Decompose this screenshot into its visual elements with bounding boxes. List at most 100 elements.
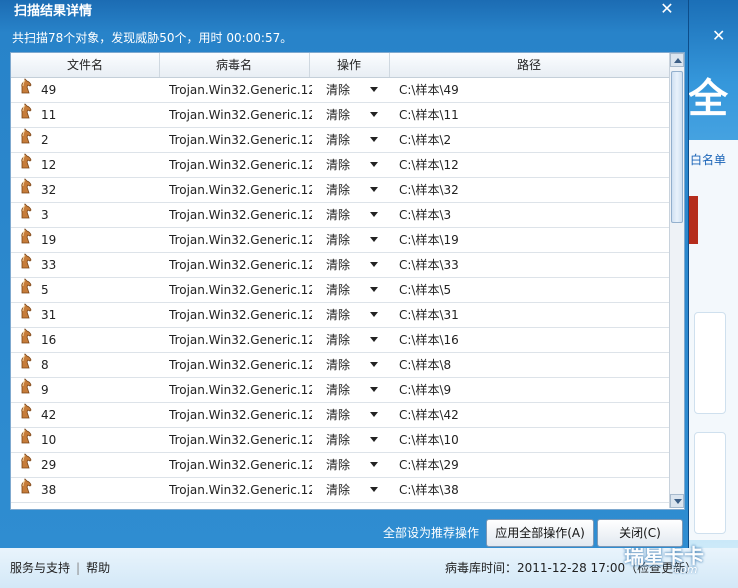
background-card bbox=[694, 432, 726, 534]
background-close-icon[interactable]: ✕ bbox=[712, 26, 725, 45]
table-row[interactable]: 31 Trojan.Win32.Generic.12A 清除 C:\样本\31 bbox=[11, 303, 669, 328]
watermark-sub: com bbox=[674, 563, 698, 576]
chevron-down-icon[interactable] bbox=[370, 387, 378, 392]
chevron-down-icon[interactable] bbox=[370, 412, 378, 417]
chevron-down-icon[interactable] bbox=[370, 462, 378, 467]
action-value: 清除 bbox=[326, 333, 351, 347]
horse-icon bbox=[19, 328, 35, 352]
action-dropdown[interactable]: 清除 bbox=[326, 128, 396, 152]
background-title-glyph: 全 bbox=[688, 75, 728, 122]
action-dropdown[interactable]: 清除 bbox=[326, 453, 396, 477]
table-row[interactable]: 11 Trojan.Win32.Generic.12A 清除 C:\样本\11 bbox=[11, 103, 669, 128]
action-value: 清除 bbox=[326, 308, 351, 322]
horse-icon bbox=[19, 203, 35, 227]
action-dropdown[interactable]: 清除 bbox=[326, 178, 396, 202]
chevron-down-icon[interactable] bbox=[370, 212, 378, 217]
action-dropdown[interactable]: 清除 bbox=[326, 203, 396, 227]
table-row[interactable]: 29 Trojan.Win32.Generic.12A 清除 C:\样本\29 bbox=[11, 453, 669, 478]
table-row[interactable]: 49 Trojan.Win32.Generic.12A 清除 C:\样本\49 bbox=[11, 78, 669, 103]
scroll-up-icon[interactable] bbox=[670, 53, 684, 67]
scrollbar-thumb[interactable] bbox=[671, 71, 683, 223]
chevron-down-icon[interactable] bbox=[370, 262, 378, 267]
action-value: 清除 bbox=[326, 208, 351, 222]
file-name: 42 bbox=[41, 408, 57, 422]
background-card bbox=[694, 312, 726, 414]
table-row[interactable]: 42 Trojan.Win32.Generic.12A 清除 C:\样本\42 bbox=[11, 403, 669, 428]
chevron-down-icon[interactable] bbox=[370, 437, 378, 442]
virus-name: Trojan.Win32.Generic.12A bbox=[169, 483, 312, 497]
table-row[interactable]: 5 Trojan.Win32.Generic.12A 清除 C:\样本\5 bbox=[11, 278, 669, 303]
file-path: C:\样本\11 bbox=[399, 108, 459, 122]
table-row[interactable]: 3 Trojan.Win32.Generic.128 清除 C:\样本\3 bbox=[11, 203, 669, 228]
chevron-down-icon[interactable] bbox=[370, 487, 378, 492]
chevron-down-icon[interactable] bbox=[370, 287, 378, 292]
table-row[interactable]: 12 Trojan.Win32.Generic.12A 清除 C:\样本\12 bbox=[11, 153, 669, 178]
chevron-down-icon[interactable] bbox=[370, 137, 378, 142]
file-name: 11 bbox=[41, 108, 57, 122]
action-dropdown[interactable]: 清除 bbox=[326, 78, 396, 102]
vertical-scrollbar[interactable] bbox=[669, 53, 684, 508]
column-header-file[interactable]: 文件名 bbox=[11, 53, 160, 77]
horse-icon bbox=[19, 253, 35, 277]
dialog-title: 扫描结果详情 bbox=[14, 4, 93, 19]
virus-db-time: 病毒库时间：2011-12-28 17:00 bbox=[445, 561, 626, 575]
whitelist-link[interactable]: 白名单 bbox=[690, 151, 726, 168]
horse-icon bbox=[19, 478, 35, 502]
file-path: C:\样本\9 bbox=[399, 383, 452, 397]
table-row[interactable]: 2 Trojan.Win32.Generic.12A 清除 C:\样本\2 bbox=[11, 128, 669, 153]
file-name: 2 bbox=[41, 133, 49, 147]
chevron-down-icon[interactable] bbox=[370, 337, 378, 342]
chevron-down-icon[interactable] bbox=[370, 237, 378, 242]
virus-name: Trojan.Win32.Generic.12A bbox=[169, 408, 312, 422]
action-dropdown[interactable]: 清除 bbox=[326, 428, 396, 452]
table-row[interactable]: 38 Trojan.Win32.Generic.12A 清除 C:\样本\38 bbox=[11, 478, 669, 503]
virus-name: Trojan.Win32.Generic.12A bbox=[169, 83, 312, 97]
action-dropdown[interactable]: 清除 bbox=[326, 103, 396, 127]
chevron-down-icon[interactable] bbox=[370, 362, 378, 367]
action-dropdown[interactable]: 清除 bbox=[326, 153, 396, 177]
apply-all-button[interactable]: 应用全部操作(A) bbox=[486, 519, 594, 547]
table-row[interactable]: 16 Trojan.Win32.Generic.12A 清除 C:\样本\16 bbox=[11, 328, 669, 353]
chevron-down-icon[interactable] bbox=[370, 162, 378, 167]
chevron-down-icon[interactable] bbox=[370, 87, 378, 92]
action-value: 清除 bbox=[326, 458, 351, 472]
dialog-close-icon[interactable]: ✕ bbox=[658, 0, 676, 18]
action-dropdown[interactable]: 清除 bbox=[326, 378, 396, 402]
action-dropdown[interactable]: 清除 bbox=[326, 228, 396, 252]
action-dropdown[interactable]: 清除 bbox=[326, 353, 396, 377]
column-header-path[interactable]: 路径 bbox=[389, 53, 669, 77]
action-dropdown[interactable]: 清除 bbox=[326, 478, 396, 502]
action-dropdown[interactable]: 清除 bbox=[326, 403, 396, 427]
action-dropdown[interactable]: 清除 bbox=[326, 278, 396, 302]
status-left: 服务与支持 | 帮助 bbox=[10, 559, 110, 576]
action-dropdown[interactable]: 清除 bbox=[326, 328, 396, 352]
chevron-down-icon[interactable] bbox=[370, 112, 378, 117]
chevron-down-icon[interactable] bbox=[370, 187, 378, 192]
file-name: 5 bbox=[41, 283, 49, 297]
file-path: C:\样本\10 bbox=[399, 433, 459, 447]
chevron-down-icon[interactable] bbox=[370, 312, 378, 317]
table-row[interactable]: 33 Trojan.Win32.Generic.12A 清除 C:\样本\33 bbox=[11, 253, 669, 278]
column-header-op[interactable]: 操作 bbox=[309, 53, 390, 77]
file-path: C:\样本\49 bbox=[399, 83, 459, 97]
table-row[interactable]: 8 Trojan.Win32.Generic.12A 清除 C:\样本\8 bbox=[11, 353, 669, 378]
table-row[interactable]: 10 Trojan.Win32.Generic.12A 清除 C:\样本\10 bbox=[11, 428, 669, 453]
action-dropdown[interactable]: 清除 bbox=[326, 303, 396, 327]
table-row[interactable]: 9 Trojan.Win32.Generic.12A 清除 C:\样本\9 bbox=[11, 378, 669, 403]
horse-icon bbox=[19, 153, 35, 177]
table-row[interactable]: 32 Trojan.Win32.Generic.12A 清除 C:\样本\32 bbox=[11, 178, 669, 203]
virus-name: Trojan.Win32.Generic.12A bbox=[169, 258, 312, 272]
scan-summary: 共扫描78个对象，发现威胁50个，用时 00:00:57。 bbox=[12, 31, 293, 45]
close-button[interactable]: 关闭(C) bbox=[597, 519, 683, 547]
help-link[interactable]: 帮助 bbox=[86, 561, 110, 575]
column-header-virus[interactable]: 病毒名 bbox=[159, 53, 310, 77]
table-row[interactable]: 19 Trojan.Win32.Generic.12A 清除 C:\样本\19 bbox=[11, 228, 669, 253]
set-all-recommended-link[interactable]: 全部设为推荐操作 bbox=[383, 524, 479, 541]
horse-icon bbox=[19, 453, 35, 477]
horse-icon bbox=[19, 228, 35, 252]
action-dropdown[interactable]: 清除 bbox=[326, 253, 396, 277]
scroll-down-icon[interactable] bbox=[670, 494, 684, 508]
file-name: 19 bbox=[41, 233, 57, 247]
support-link[interactable]: 服务与支持 bbox=[10, 561, 70, 575]
file-name: 10 bbox=[41, 433, 57, 447]
